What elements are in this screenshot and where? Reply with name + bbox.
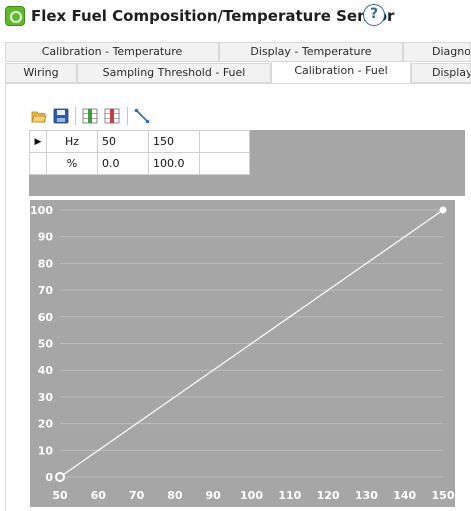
tab-wiring[interactable]: Wiring [5, 63, 77, 83]
row-selector[interactable] [29, 152, 47, 175]
title-bar: Flex Fuel Composition/Temperature Sensor… [0, 0, 471, 34]
x-tick-label: 120 [317, 489, 340, 502]
tab-display-fuel[interactable]: Display [411, 63, 471, 83]
x-tick-label: 140 [393, 489, 416, 502]
y-tick-label: 70 [38, 284, 54, 297]
tab-calibration-temperature[interactable]: Calibration - Temperature [5, 42, 219, 62]
help-button[interactable]: ? [363, 4, 385, 26]
y-tick-label: 20 [38, 418, 54, 431]
toolbar-separator [127, 107, 128, 125]
tab-sampling-threshold-fuel[interactable]: Sampling Threshold - Fuel [77, 63, 271, 83]
row-selector[interactable]: ▶ [29, 130, 47, 153]
table-cell[interactable]: 50 [97, 130, 149, 153]
row-header-hz: Hz [46, 130, 98, 153]
y-tick-label: 80 [38, 257, 54, 270]
x-tick-label: 100 [240, 489, 263, 502]
delete-column-icon[interactable] [104, 108, 120, 124]
calibration-table: ▶ Hz 50 150 % 0.0 100.0 [29, 130, 250, 175]
y-tick-label: 10 [38, 444, 54, 457]
y-tick-label: 50 [38, 338, 54, 351]
data-point[interactable] [439, 206, 447, 214]
x-tick-label: 150 [432, 489, 455, 502]
chart-svg[interactable]: 0 10 20 30 40 50 60 70 80 90 100 50 60 70 80 90 100 110 12… [30, 200, 455, 507]
save-icon[interactable] [53, 108, 69, 124]
y-tick-label: 40 [38, 364, 54, 377]
insert-column-icon[interactable] [82, 108, 98, 124]
table-cell[interactable]: 100.0 [148, 152, 200, 175]
table-row: ▶ Hz 50 150 [29, 130, 250, 153]
window-title: Flex Fuel Composition/Temperature Sensor [31, 7, 395, 25]
curve-edit-icon[interactable] [134, 108, 150, 124]
x-tick-label: 70 [129, 489, 145, 502]
y-tick-label: 30 [38, 391, 54, 404]
x-tick-label: 60 [91, 489, 107, 502]
y-tick-label: 90 [38, 231, 54, 244]
x-tick-label: 80 [167, 489, 183, 502]
y-tick-label: 60 [38, 311, 54, 324]
tab-calibration-fuel[interactable]: Calibration - Fuel [271, 61, 411, 83]
table-cell[interactable] [199, 152, 250, 175]
data-point[interactable] [55, 472, 65, 482]
x-tick-label: 50 [52, 489, 68, 502]
x-tick-label: 130 [355, 489, 378, 502]
table-cell[interactable]: 150 [148, 130, 200, 153]
table-cell[interactable] [199, 130, 250, 153]
open-folder-icon[interactable] [31, 108, 47, 124]
calibration-chart[interactable]: 0 10 20 30 40 50 60 70 80 90 100 50 60 70 80 90 100 110 12… [30, 200, 455, 507]
toolbar-separator [75, 107, 76, 125]
table-row: % 0.0 100.0 [29, 152, 250, 175]
y-tick-label: 100 [30, 204, 53, 217]
table-cell[interactable]: 0.0 [97, 152, 149, 175]
y-tick-label: 0 [45, 471, 53, 484]
x-tick-label: 110 [278, 489, 301, 502]
row-header-percent: % [46, 152, 98, 175]
tab-diagnostics[interactable]: Diagno [403, 42, 471, 62]
x-tick-label: 90 [206, 489, 222, 502]
tab-display-temperature[interactable]: Display - Temperature [219, 42, 403, 62]
flex-fuel-app-icon [5, 6, 25, 26]
